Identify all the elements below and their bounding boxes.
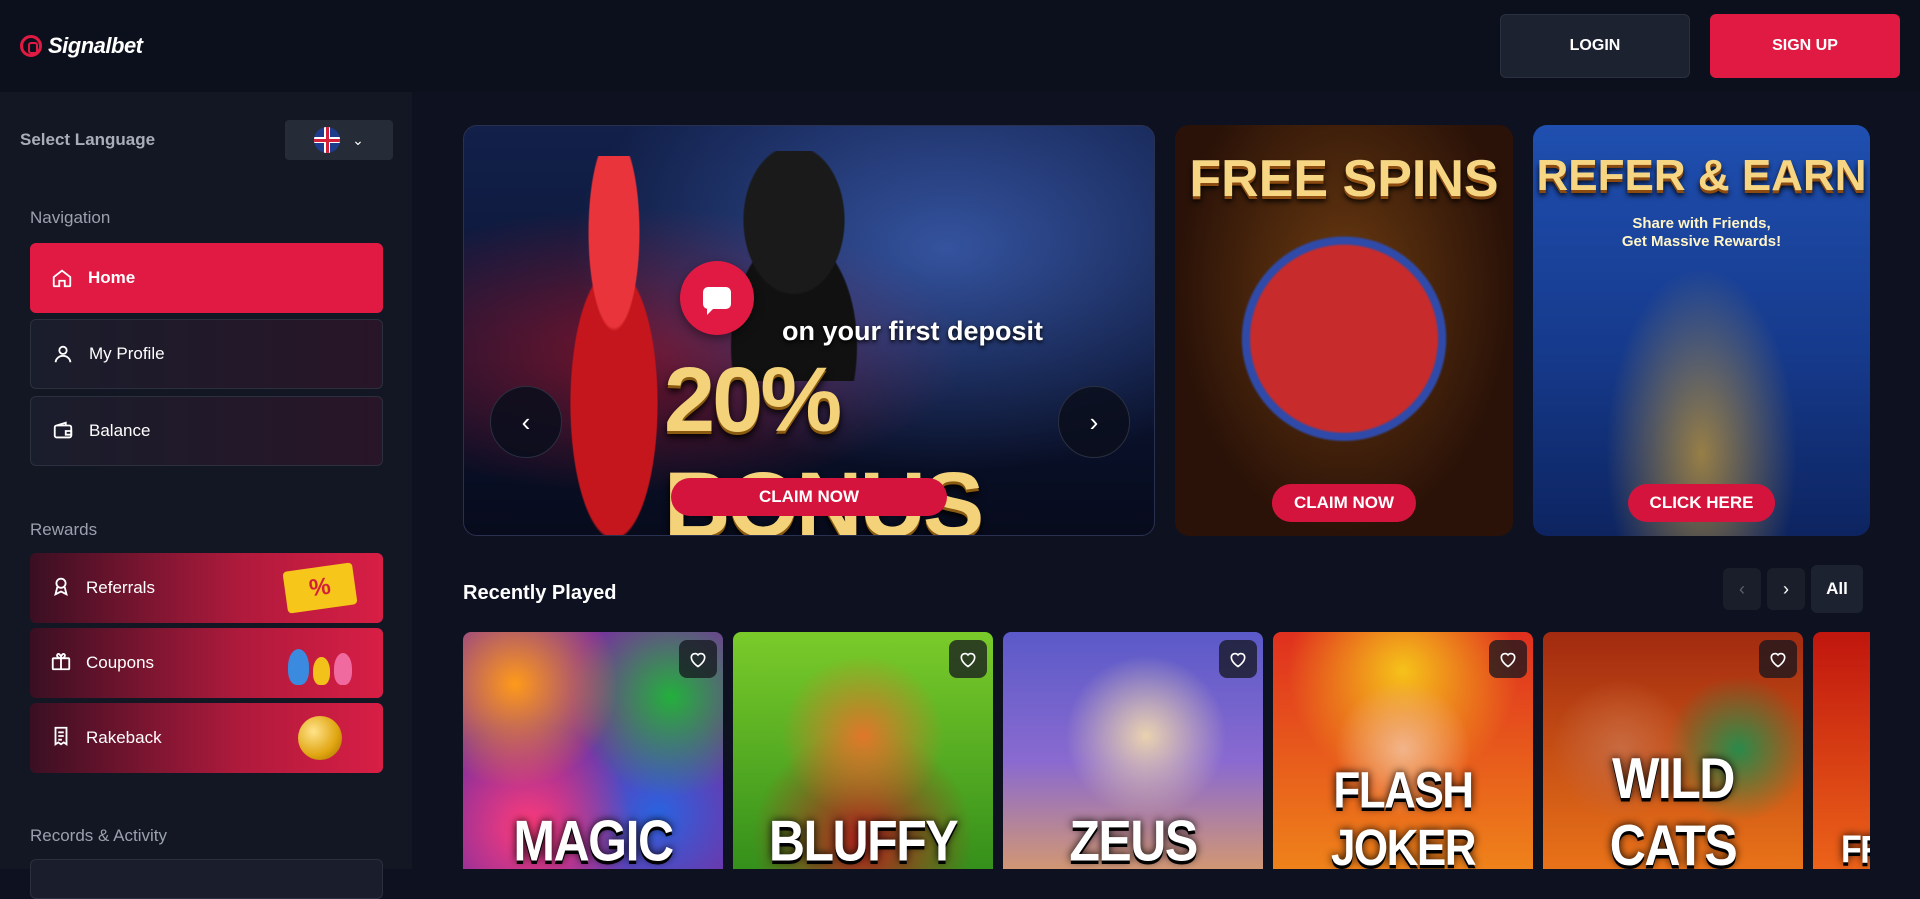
free-spins-title: FREE SPINS: [1189, 150, 1499, 208]
sidebar-item-label: Coupons: [86, 653, 155, 672]
user-icon: [51, 342, 75, 366]
chevron-down-icon: ⌄: [352, 131, 364, 148]
chevron-left-icon[interactable]: ‹: [490, 386, 562, 458]
sidebar-item-label: My Profile: [89, 344, 165, 363]
promo-subtitle: on your first deposit: [782, 316, 1044, 346]
sidebar-item-label: Referrals: [86, 578, 155, 597]
game-title: FR: [1841, 828, 1870, 869]
rewards-title: Rewards: [30, 520, 98, 539]
refer-earn-note: Share with Friends, Get Massive Rewards!: [1533, 215, 1870, 251]
view-all-button[interactable]: All: [1811, 565, 1863, 613]
home-icon: [50, 266, 74, 290]
sidebar-item-home[interactable]: Home: [30, 243, 383, 313]
heart-icon[interactable]: [1759, 640, 1797, 678]
game-title: FLASH JOKER: [1330, 762, 1477, 870]
auth-buttons: LOGIN SIGN UP: [1500, 14, 1900, 78]
top-header: Signalbet LOGIN SIGN UP: [0, 0, 1920, 92]
logo-icon: [20, 35, 42, 57]
signup-button[interactable]: SIGN UP: [1710, 14, 1900, 78]
heart-icon[interactable]: [1489, 640, 1527, 678]
toy-bags-icon: [283, 638, 357, 688]
wallet-icon: [51, 419, 75, 443]
game-title: BLUFFY: [768, 808, 959, 869]
main-content: on your first deposit 20% BONUS CLAIM NO…: [412, 92, 1920, 869]
game-title: ZEUS: [1069, 808, 1198, 869]
heart-icon[interactable]: [1219, 640, 1257, 678]
refer-note-line-1: Share with Friends,: [1632, 215, 1771, 232]
language-label: Select Language: [20, 130, 156, 149]
chevron-left-icon[interactable]: ‹: [1723, 568, 1761, 610]
claim-now-button[interactable]: CLAIM NOW: [1271, 484, 1417, 522]
game-card-magic[interactable]: MAGIC: [463, 632, 723, 869]
uk-flag-icon: [314, 127, 341, 153]
chevron-right-icon[interactable]: ›: [1058, 386, 1130, 458]
chat-bubble-icon[interactable]: [680, 261, 754, 335]
game-card-wild-cats[interactable]: WILD CATS: [1543, 632, 1803, 869]
chevron-right-icon[interactable]: ›: [1767, 568, 1805, 610]
sidebar-item-label: Home: [88, 268, 136, 287]
recently-played-list: MAGIC BLUFFY ZEUS FLASH JOKER WILD CATS …: [463, 632, 1870, 869]
sidebar-item-coupons[interactable]: Coupons: [30, 628, 383, 698]
recently-played-nav: ‹ › All: [1723, 565, 1863, 613]
sidebar-item-my-profile[interactable]: My Profile: [30, 319, 383, 389]
award-icon: [50, 575, 72, 602]
receipt-icon: [50, 725, 72, 752]
language-select[interactable]: ⌄: [285, 120, 393, 160]
gift-icon: [50, 650, 72, 677]
game-title: WILD CATS: [1609, 746, 1738, 869]
sidebar-item-referrals[interactable]: Referrals %: [30, 553, 383, 623]
sidebar-item-balance[interactable]: Balance: [30, 396, 383, 466]
refer-note-line-2: Get Massive Rewards!: [1621, 233, 1782, 250]
sidebar: Select Language ⌄ Navigation Home My Pro…: [0, 92, 412, 899]
language-row: Select Language ⌄: [20, 120, 393, 160]
ticket-percent-icon: %: [282, 562, 358, 614]
promo-banner-bonus[interactable]: on your first deposit 20% BONUS CLAIM NO…: [463, 125, 1155, 536]
brand-logo[interactable]: Signalbet: [20, 33, 143, 59]
sidebar-item-label: Balance: [89, 421, 151, 440]
records-activity-title: Records & Activity: [30, 826, 167, 845]
login-button[interactable]: LOGIN: [1500, 14, 1690, 78]
refer-earn-title: REFER & EARN: [1536, 151, 1867, 200]
recently-played-title: Recently Played: [463, 582, 617, 604]
navigation-title: Navigation: [30, 208, 111, 227]
coin-arrow-icon: [283, 713, 357, 763]
click-here-button[interactable]: CLICK HERE: [1627, 484, 1776, 522]
heart-icon[interactable]: [679, 640, 717, 678]
game-card-partial[interactable]: FR: [1813, 632, 1870, 869]
heart-icon[interactable]: [949, 640, 987, 678]
promo-banner-refer-earn[interactable]: REFER & EARN Share with Friends, Get Mas…: [1533, 125, 1870, 536]
sidebar-item-rakeback[interactable]: Rakeback: [30, 703, 383, 773]
claim-now-button[interactable]: CLAIM NOW: [671, 478, 947, 516]
game-title: MAGIC: [513, 808, 674, 869]
game-card-flash-joker[interactable]: FLASH JOKER: [1273, 632, 1533, 869]
brand-name: Signalbet: [48, 33, 143, 58]
game-card-bluffy[interactable]: BLUFFY: [733, 632, 993, 869]
promo-banner-free-spins[interactable]: FREE SPINS CLAIM NOW: [1175, 125, 1513, 536]
sidebar-item-label: Rakeback: [86, 728, 162, 747]
records-item[interactable]: [30, 859, 383, 899]
game-card-zeus[interactable]: ZEUS: [1003, 632, 1263, 869]
